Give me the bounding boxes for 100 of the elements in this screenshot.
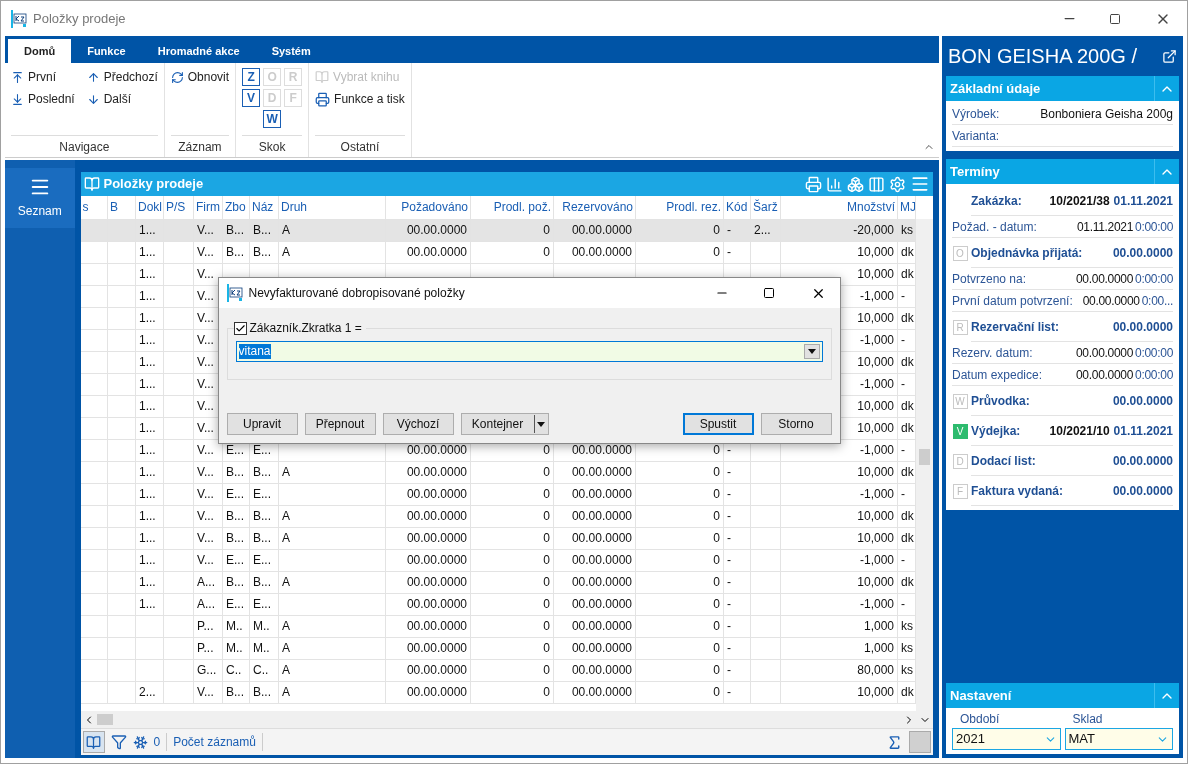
column-header[interactable]: Druh (281, 200, 307, 215)
dialog-button[interactable]: Spustit (682, 413, 754, 435)
column-header[interactable]: Šarž (753, 200, 778, 215)
select-field[interactable]: MAT (1064, 728, 1173, 750)
table-cell: 00.00.0000 (571, 663, 632, 677)
table-cell: - (727, 531, 731, 545)
table-row[interactable]: 1... V... E... E... 00.00.0000 0 00.00.0000 0 - -1,000 - (80, 483, 916, 505)
document-label[interactable]: Dodací list: (971, 451, 1113, 470)
table-cell: 10,000 (857, 465, 894, 479)
table-cell: 0 (543, 619, 550, 633)
column-header[interactable]: Požadováno (401, 200, 468, 215)
table-cell: dk (901, 245, 914, 259)
table-row[interactable]: P... M.. M.. A 00.00.0000 0 00.00.0000 0 - 1,000 ks (80, 637, 916, 659)
ribbon-tab[interactable]: Systém (255, 39, 327, 63)
column-header[interactable]: P/S (166, 200, 186, 215)
column-header[interactable]: Náz (252, 200, 274, 215)
jump-button[interactable]: W (263, 110, 282, 128)
sidebar-item[interactable]: Seznam (5, 168, 75, 228)
dropdown-button[interactable] (803, 344, 820, 359)
horizontal-scrollbar-thumb[interactable] (96, 714, 113, 725)
boxes-icon[interactable] (847, 175, 864, 193)
dialog-button[interactable]: Storno (760, 413, 832, 435)
table-cell: 00.00.0000 (406, 597, 467, 611)
table-cell: V... (197, 421, 214, 435)
table-cell: M.. (253, 619, 270, 633)
column-header[interactable]: Rezervováno (562, 200, 633, 215)
table-row[interactable]: G... C.. C.. A 00.00.0000 0 00.00.0000 0 - 80,000 ks (80, 659, 916, 681)
table-row[interactable]: 1... A... B... B... A 00.00.0000 0 00.00.0000 0 - 10,000 dk (80, 571, 916, 593)
table-row[interactable]: 1... V... E... E... 00.00.0000 0 00.00.0000 0 - -1,000 - (80, 549, 916, 571)
table-cell: E... (253, 487, 271, 501)
table-cell: 00.00.0000 (571, 509, 632, 523)
table-row[interactable]: 1... V... B... B... A 00.00.0000 0 00.00.0000 0 - 10,000 dk (80, 461, 916, 483)
column-header[interactable]: Firm (196, 200, 220, 215)
table-cell: B... (253, 685, 271, 699)
ribbon-tab[interactable]: Hromadné akce (141, 39, 256, 63)
table-row[interactable]: 1... V... B... B... A 00.00.0000 0 00.00.0000 0 - 10,000 dk (80, 527, 916, 549)
jump-button[interactable]: Z (242, 68, 261, 86)
table-row[interactable]: 1... V... B... B... A 00.00.0000 0 00.00.0000 0 - 10,000 dk (80, 241, 916, 263)
column-header[interactable]: Prodl. rez. (666, 200, 721, 215)
nav-button[interactable]: První (11, 68, 75, 86)
document-date: 00.00.0000 (1112, 392, 1173, 410)
table-row[interactable]: 1... V... B... B... A 00.00.0000 0 00.00.0000 0 - 10,000 dk (80, 505, 916, 527)
chart-icon[interactable] (826, 175, 843, 193)
ribbon-tab[interactable]: Domů (8, 39, 72, 63)
menu-icon[interactable] (910, 174, 930, 194)
settings-icon[interactable] (889, 175, 906, 193)
table-cell: -1,000 (859, 553, 894, 567)
print-button[interactable]: Funkce a tisk (315, 90, 405, 108)
nav-button[interactable]: Další (86, 90, 158, 108)
dialog-button[interactable]: Výchozí (382, 413, 454, 435)
table-cell: 1... (139, 223, 156, 237)
nav-button[interactable]: Poslední (11, 90, 75, 108)
snowflake-icon[interactable] (132, 734, 148, 750)
column-header[interactable]: Zbo (225, 200, 246, 215)
column-header[interactable]: Množství (847, 200, 895, 215)
table-cell: -1,000 (859, 443, 894, 457)
document-label[interactable]: Výdejka: (971, 421, 1050, 440)
dialog-button[interactable]: Přepnout (304, 413, 376, 435)
column-header[interactable]: Prodl. pož. (493, 200, 551, 215)
table-cell: C.. (253, 663, 269, 677)
table-cell: A (282, 245, 290, 259)
book-button[interactable] (82, 731, 105, 753)
table-row[interactable]: P... M.. M.. A 00.00.0000 0 00.00.0000 0 - 1,000 ks (80, 615, 916, 637)
date-value: 00.00.0000 (1076, 344, 1134, 362)
document-label[interactable]: Faktura vydaná: (971, 481, 1113, 500)
nav-button[interactable]: Předchozí (86, 68, 158, 86)
jump-button[interactable]: V (242, 89, 261, 107)
column-header[interactable]: MJ (900, 200, 915, 215)
column-header[interactable]: Kód (726, 200, 748, 215)
vertical-scrollbar[interactable] (916, 219, 933, 711)
table-row[interactable]: 1... V... B... B... A 00.00.0000 0 00.00.0000 0 - 2... -20,000 ks (80, 219, 916, 241)
filter-icon[interactable] (110, 734, 127, 750)
checkbox[interactable] (233, 321, 247, 335)
dialog-button[interactable]: Upravit (226, 413, 298, 435)
table-cell: 0 (713, 619, 720, 633)
document-label[interactable]: Zakázka: (971, 191, 1050, 210)
table-cell: 0 (713, 223, 720, 237)
table-cell: ks (901, 223, 913, 237)
table-cell: B... (226, 509, 244, 523)
maximize-icon[interactable] (1109, 12, 1121, 25)
document-label[interactable]: Rezervační list: (971, 317, 1113, 336)
maximize-icon[interactable] (762, 287, 775, 299)
document-label[interactable]: Objednávka přijatá: (971, 243, 1113, 262)
dialog-button[interactable]: Kontejner (460, 413, 549, 435)
columns-icon[interactable] (868, 175, 885, 193)
refresh-button[interactable]: Obnovit (170, 68, 230, 86)
select-field[interactable]: 2021 (952, 728, 1061, 750)
document-label[interactable]: Průvodka: (971, 391, 1113, 410)
printer-icon[interactable] (805, 175, 822, 193)
column-header[interactable]: B (110, 200, 118, 215)
table-row[interactable]: 1... A... E... E... 00.00.0000 0 00.00.0000 0 - -1,000 - (80, 593, 916, 615)
table-cell: C.. (226, 663, 242, 677)
table-row[interactable]: 2... V... B... B... A 00.00.0000 0 00.00.0000 0 - 10,000 dk (80, 681, 916, 703)
arrow-down-to-line-icon (11, 92, 24, 106)
ribbon-tab[interactable]: Funkce (71, 39, 142, 63)
table-cell: 10,000 (857, 509, 894, 523)
column-header[interactable]: s (82, 200, 89, 215)
external-link-icon[interactable] (1162, 48, 1177, 64)
column-header[interactable]: Dokl (138, 200, 162, 215)
table-cell: 0 (713, 597, 720, 611)
